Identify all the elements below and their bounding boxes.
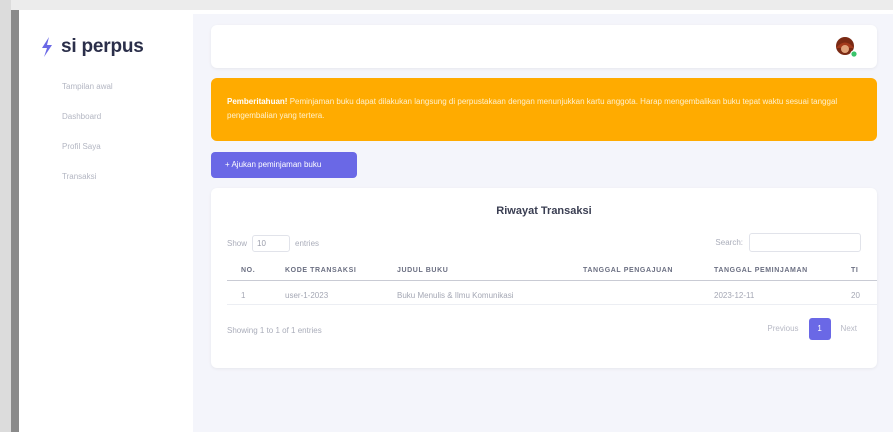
main-content: Pemberitahuan! Peminjaman buku dapat dil… <box>193 14 893 432</box>
alert-text: Peminjaman buku dapat dilakukan langsung… <box>227 97 838 120</box>
sidebar-item-profil-saya[interactable]: Profil Saya <box>62 142 113 172</box>
page-1-button[interactable]: 1 <box>808 318 831 340</box>
pagination: Previous 1 Next <box>763 318 861 340</box>
user-avatar-icon[interactable] <box>833 35 859 59</box>
card-title: Riwayat Transaksi <box>496 205 592 217</box>
bolt-logo-icon <box>42 37 52 57</box>
search-label: Search: <box>715 238 743 247</box>
column-header-kode-transaksi[interactable]: KODE TRANSAKSI <box>285 261 356 280</box>
sidebar-item-transaksi[interactable]: Transaksi <box>62 172 113 202</box>
column-header-tanggal-pengajuan[interactable]: TANGGAL PENGAJUAN <box>583 261 673 280</box>
column-header-judul-buku[interactable]: JUDUL BUKU <box>397 261 448 280</box>
next-page-button[interactable]: Next <box>837 318 861 340</box>
show-label: Show <box>227 239 248 248</box>
column-header-tanggal-peminjaman[interactable]: TANGGAL PEMINJAMAN <box>714 261 808 280</box>
previous-page-button[interactable]: Previous <box>763 318 802 340</box>
transaction-history-card: Riwayat Transaksi Show 10 entries Search… <box>211 188 877 368</box>
sidebar-menu: Tampilan awal Dashboard Profil Saya Tran… <box>62 82 113 202</box>
cell-kode-transaksi: user-1-2023 <box>285 291 329 300</box>
top-navbar <box>211 25 877 68</box>
window-frame-left <box>0 0 11 432</box>
cell-no: 1 <box>241 291 246 300</box>
window-frame-edge <box>11 10 19 432</box>
entries-length-control: Show 10 entries <box>227 235 319 252</box>
alert-title: Pemberitahuan! <box>227 97 288 106</box>
search-input[interactable] <box>749 233 861 252</box>
app-logo[interactable]: si perpus <box>40 36 144 58</box>
table-row: 1 user-1-2023 Buku Menulis & Ilmu Komuni… <box>227 286 877 305</box>
cell-truncated: 20 <box>851 291 860 300</box>
column-header-no[interactable]: NO. <box>241 261 255 280</box>
window-frame-top <box>0 0 893 10</box>
cell-tanggal-peminjaman: 2023-12-11 <box>714 291 755 300</box>
entries-select[interactable]: 10 <box>252 235 291 252</box>
cell-judul-buku: Buku Menulis & Ilmu Komunikasi <box>397 291 514 300</box>
table-header-row: NO. KODE TRANSAKSI JUDUL BUKU TANGGAL PE… <box>227 261 877 281</box>
sidebar-item-dashboard[interactable]: Dashboard <box>62 112 113 142</box>
sidebar: si perpus Tampilan awal Dashboard Profil… <box>19 14 193 432</box>
app-name: si perpus <box>61 36 144 57</box>
column-header-truncated[interactable]: TI <box>851 261 858 280</box>
notice-alert: Pemberitahuan! Peminjaman buku dapat dil… <box>211 78 877 141</box>
table-search: Search: <box>715 233 861 252</box>
sidebar-item-tampilan-awal[interactable]: Tampilan awal <box>62 82 113 112</box>
entries-label: entries <box>295 239 320 248</box>
add-loan-button[interactable]: + Ajukan peminjaman buku <box>211 152 357 178</box>
table-info: Showing 1 to 1 of 1 entries <box>227 326 322 335</box>
